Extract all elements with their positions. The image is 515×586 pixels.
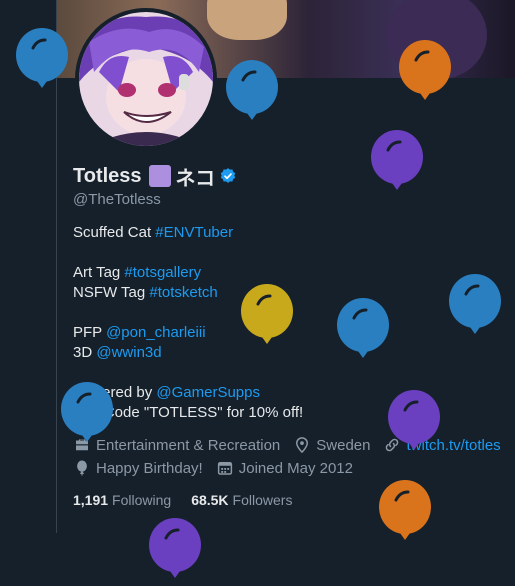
hashtag-link[interactable]: #totsgallery [124, 264, 201, 281]
balloon-icon [61, 382, 113, 442]
bio-paragraph: Powered by @GamerSupps Use Code "TOTLESS… [73, 383, 513, 423]
banner-art [207, 0, 287, 40]
bio-text: 3D [73, 344, 97, 361]
balloon-icon [399, 40, 451, 100]
display-name: Totless [73, 164, 142, 187]
mention-link[interactable]: @GamerSupps [156, 384, 260, 401]
meta-row: Happy Birthday! Joined May 2012 [73, 458, 515, 478]
mention-link[interactable]: @wwin3d [96, 344, 161, 361]
balloon-icon [149, 518, 201, 578]
name-row: Totless ネコ [73, 163, 513, 190]
balloon-icon [379, 480, 431, 540]
location-item: Sweden [293, 436, 370, 454]
location-pin-icon [296, 437, 309, 454]
location-text: Sweden [316, 436, 371, 454]
follow-stats: 1,191 Following 68.5K Followers [73, 492, 312, 508]
balloon-icon [388, 390, 440, 450]
bio-text: Art Tag [73, 264, 125, 281]
purple-square-emoji-icon [148, 165, 171, 187]
followers-count: 68.5K [191, 492, 229, 508]
balloon-icon [241, 284, 293, 344]
joined-text: Joined May 2012 [238, 459, 353, 477]
bio-text: Scuffed Cat [73, 224, 156, 241]
balloon-icon [337, 298, 389, 358]
meta-row: Entertainment & Recreation Sweden twitch… [73, 435, 515, 455]
following-count: 1,191 [73, 492, 109, 508]
category-text: Entertainment & Recreation [96, 436, 281, 454]
handle: @TheTotless [73, 191, 161, 208]
bio-paragraph: Scuffed Cat #ENVTuber [73, 223, 513, 243]
bio-text: NSFW Tag [73, 284, 150, 301]
following-link[interactable]: 1,191 Following [73, 492, 171, 508]
balloon-icon [371, 130, 423, 190]
joined-item: Joined May 2012 [216, 459, 353, 477]
followers-label: Followers [232, 492, 293, 508]
birthday-item: Happy Birthday! [73, 459, 203, 477]
bio-text: PFP [73, 324, 107, 341]
following-label: Following [112, 492, 172, 508]
name-suffix: ネコ [175, 167, 216, 190]
followers-link[interactable]: 68.5K Followers [191, 492, 292, 508]
balloon-icon [449, 274, 501, 334]
profile-meta: Entertainment & Recreation Sweden twitch… [73, 435, 515, 481]
mention-link[interactable]: @pon_charleiii [106, 324, 205, 341]
balloon-icon [16, 28, 68, 88]
calendar-icon [217, 462, 232, 475]
verified-badge-icon[interactable] [219, 167, 237, 185]
balloon-icon [77, 460, 87, 476]
hashtag-link[interactable]: #totsketch [149, 284, 217, 301]
avatar[interactable] [75, 8, 217, 150]
balloon-icon [226, 60, 278, 120]
hashtag-link[interactable]: #ENVTuber [155, 224, 233, 241]
birthday-text: Happy Birthday! [96, 459, 203, 477]
